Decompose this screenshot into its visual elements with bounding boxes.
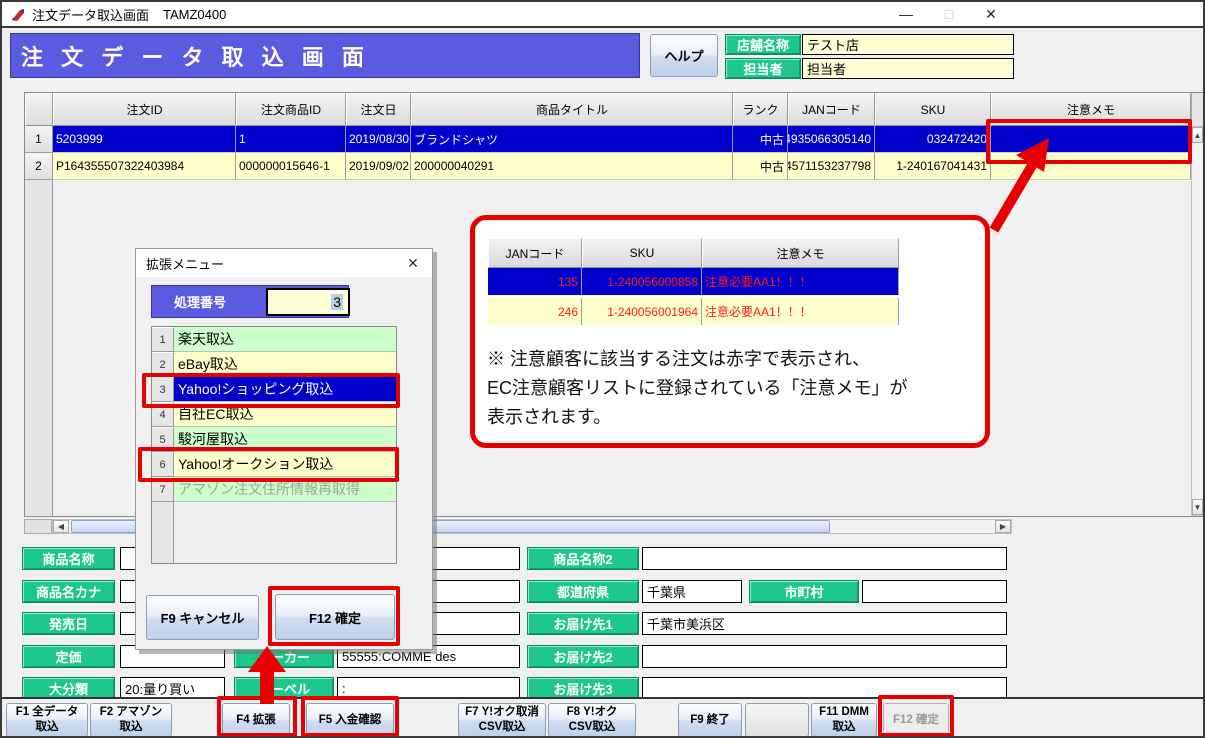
col-header-order-id: 注文ID [53,93,236,126]
f8-yauction-csv-button[interactable]: F8 Y!オク CSV取込 [548,703,636,736]
dialog-title: 拡張メニュー [136,249,432,277]
list-item-number: 1 [152,327,174,352]
title-bar: 注文データ取込画面 TAMZ0400 — □ ✕ [2,2,1203,28]
annotation-panel: JANコード SKU 注意メモ 135 1-240056000858 注意必要A… [470,215,990,448]
vscroll-header-stub [1191,93,1203,126]
note-line: 表示されます。 [487,407,612,427]
help-button[interactable]: ヘルプ [650,34,718,77]
mini-cell-jan: 246 [488,298,582,325]
f9-exit-button[interactable]: F9 終了 [678,703,742,736]
row-number-gutter [25,180,53,516]
yahoo-auction-highlight-box [138,447,399,482]
cell-order-id[interactable]: 5203999 [53,126,236,153]
staff-field[interactable]: 担当者 [802,58,1014,79]
col-header-order-date: 注文日 [346,93,411,126]
scroll-left-icon[interactable]: ◀ [53,520,69,533]
process-number-input[interactable]: 3 [266,288,350,316]
function-key-bar: F1 全データ 取込 F2 アマゾン 取込 F4 拡張 F5 入金確認 F7 Y… [2,697,1203,736]
col-header-title: 商品タイトル [411,93,733,126]
col-header-order-item-id: 注文商品ID [236,93,346,126]
yahoo-shopping-highlight-box [142,373,400,408]
cell-title[interactable]: 200000040291 [411,153,733,180]
cell-rank[interactable]: 中古 [733,153,788,180]
scroll-up-icon[interactable]: ▲ [1192,127,1203,143]
note-line: ※ 注意顧客に該当する注文は赤字で表示され、 [487,349,871,369]
scroll-right-icon[interactable]: ▶ [995,520,1011,533]
scroll-down-icon[interactable]: ▼ [1192,499,1203,515]
f1-import-all-button[interactable]: F1 全データ 取込 [6,703,88,736]
grid-corner-cell [25,93,53,126]
mini-col-sku: SKU [582,238,702,268]
cell-jan[interactable]: 4571153237798 [788,153,875,180]
mini-col-jan: JANコード [488,238,582,268]
memo-annotation-arrow [989,138,1049,233]
f5-highlight-box [301,696,399,736]
cell-order-date[interactable]: 2019/08/30 [346,126,411,153]
address2-field[interactable] [642,645,1007,668]
release-date-label: 発売日 [22,612,115,635]
cell-jan[interactable]: 4935066305140 [788,126,875,153]
app-window: 注文データ取込画面 TAMZ0400 — □ ✕ 注 文 デ ー タ 取 込 画… [0,0,1205,738]
list-item-label[interactable]: 楽天取込 [174,327,396,352]
list-number-gutter [152,502,174,563]
mini-col-memo: 注意メモ [702,238,899,268]
shop-name-field[interactable]: テスト店 [802,34,1014,55]
minimize-icon[interactable]: — [887,2,925,26]
f2-amazon-import-button[interactable]: F2 アマゾン 取込 [90,703,172,736]
mini-grid-row: 135 1-240056000858 注意必要AA1！！！ [488,268,899,295]
empty-button-slot [745,703,809,736]
row-number[interactable]: 2 [25,153,53,180]
window-title-code: TAMZ0400 [163,6,227,22]
shop-name-label: 店舗名称 [725,34,801,55]
maximize-icon: □ [944,6,954,22]
f12-highlight-box [878,695,954,736]
cell-order-item-id[interactable]: 000000015646-1 [236,153,346,180]
col-header-jan: JANコード [788,93,875,126]
grid-vscrollbar[interactable]: ▲ ▼ [1191,126,1203,516]
mini-cell-jan: 135 [488,268,582,295]
mini-cell-sku: 1-240056000858 [582,268,702,295]
cell-order-item-id[interactable]: 1 [236,126,346,153]
cell-order-date[interactable]: 2019/09/02 [346,153,411,180]
mini-grid-header-row: JANコード SKU 注意メモ [488,238,899,268]
mini-cell-memo: 注意必要AA1！！！ [702,268,899,295]
list-price-label: 定価 [22,645,115,668]
f11-dmm-import-button[interactable]: F11 DMM 取込 [811,703,877,736]
address1-label: お届け先1 [527,612,639,635]
cell-order-id[interactable]: P164355507322403984 [53,153,236,180]
address2-label: お届け先2 [527,645,639,668]
staff-label: 担当者 [725,58,801,79]
cell-rank[interactable]: 中古 [733,126,788,153]
page-title: 注 文 デ ー タ 取 込 画 面 [10,33,640,78]
mini-cell-memo: 注意必要AA1！！！ [702,298,899,325]
cell-title[interactable]: ブランドシャツ [411,126,733,153]
prefecture-field[interactable]: 千葉県 [642,580,742,603]
product-kana-label: 商品名カナ [22,580,115,603]
extension-menu-list: 1 楽天取込 2 eBay取込 3 Yahoo!ショッピング取込 4 自社EC取… [151,326,397,564]
address1-field[interactable]: 千葉市美浜区 [642,612,1007,635]
product-name2-label: 商品名称2 [527,547,639,570]
dialog-close-icon[interactable]: ✕ [400,252,426,274]
prefecture-label: 都道府県 [527,580,639,603]
window-title: 注文データ取込画面 [32,7,150,23]
city-field[interactable] [862,580,1007,603]
list-item[interactable]: 1 楽天取込 [152,327,396,352]
product-name-label: 商品名称 [22,547,115,570]
dialog-f12-highlight-box [268,586,400,646]
cancel-button[interactable]: F9 キャンセル [146,595,259,640]
app-icon [10,7,26,28]
process-number-value: 3 [331,294,343,310]
product-name2-field[interactable] [642,547,1007,570]
mini-cell-sku: 1-240056001964 [582,298,702,325]
city-label: 市町村 [749,580,859,603]
mini-grid-row: 246 1-240056001964 注意必要AA1！！！ [488,298,899,325]
f4-dialog-arrow [248,646,286,704]
row-number[interactable]: 1 [25,126,53,153]
close-icon[interactable]: ✕ [972,2,1010,26]
col-header-rank: ランク [733,93,788,126]
note-line: EC注意顧客リストに登録されている「注意メモ」が [487,378,908,398]
hscroll-corner [24,519,52,534]
f7-yauction-cancel-csv-button[interactable]: F7 Y!オク取消 CSV取込 [458,703,546,736]
